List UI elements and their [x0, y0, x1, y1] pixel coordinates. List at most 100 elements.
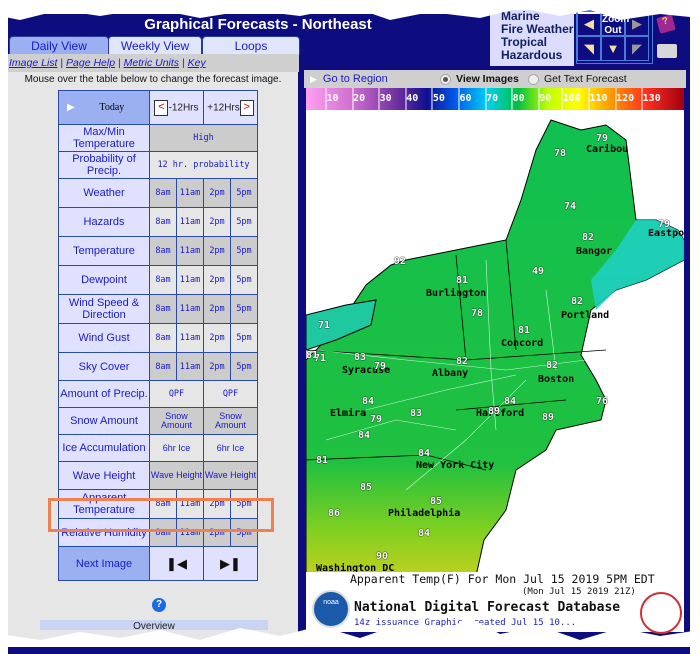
cell-time[interactable]: 2pm	[203, 178, 231, 208]
color-scale: 10 20 30 40 50 60 70 80 90 100 110 120 130	[306, 88, 684, 110]
help-icon[interactable]: ?	[152, 598, 166, 612]
overview-link[interactable]: Overview	[40, 620, 268, 632]
cell-time[interactable]: 11am	[176, 352, 204, 381]
plus-12hrs-button[interactable]: +12Hrs >	[203, 90, 258, 125]
cell-qpf[interactable]: QPF	[149, 380, 204, 408]
cell-time[interactable]: 8am	[149, 352, 177, 381]
cell-time[interactable]: 11am	[176, 518, 204, 547]
cell-time[interactable]: 11am	[176, 178, 204, 208]
cell-time[interactable]: 2pm	[203, 294, 231, 324]
city-label: Bangor	[576, 246, 613, 257]
cell-time[interactable]: 8am	[149, 489, 177, 519]
cell-time[interactable]: 5pm	[230, 207, 258, 237]
city-temp: 83	[354, 352, 367, 363]
last-image-button[interactable]: ▶❚	[203, 546, 258, 581]
cell-time[interactable]: 11am	[176, 489, 204, 519]
point-temp: 81	[316, 455, 329, 466]
cell-time[interactable]: 8am	[149, 207, 177, 237]
city-label: Hartford	[476, 408, 525, 419]
tab-daily-view[interactable]: Daily View	[9, 36, 109, 55]
city-temp: 84	[504, 396, 517, 407]
cell-qpf[interactable]: QPF	[203, 380, 258, 408]
link-metric-units[interactable]: Metric Units	[124, 57, 179, 69]
cell-time[interactable]: 5pm	[230, 236, 258, 266]
cell-time[interactable]: 2pm	[203, 518, 231, 547]
cell-time[interactable]: 11am	[176, 323, 204, 353]
cell-time[interactable]: 5pm	[230, 294, 258, 324]
row-relative-humidity: Relative Humidity	[58, 518, 150, 547]
pan-right-icon[interactable]: ▶	[625, 11, 649, 36]
first-image-button[interactable]: ❚◀	[149, 546, 204, 581]
cell-time[interactable]: 8am	[149, 178, 177, 208]
cell-time[interactable]: 8am	[149, 236, 177, 266]
cell-snow-amount[interactable]: Snow Amount	[149, 407, 204, 435]
cell-6hr-ice[interactable]: 6hr Ice	[203, 434, 258, 462]
row-max-min-temperature: Max/Min Temperature	[58, 124, 150, 152]
scale-tick: 20	[352, 88, 365, 110]
link-image-list[interactable]: Image List	[9, 57, 57, 69]
region-hazardous[interactable]: Hazardous	[501, 49, 574, 62]
city-temp: 79	[596, 133, 609, 144]
cell-time[interactable]: 8am	[149, 294, 177, 324]
next-image-label: Next Image	[58, 546, 150, 581]
tab-weekly-view[interactable]: Weekly View	[108, 36, 202, 55]
cell-snow-amount[interactable]: Snow Amount	[203, 407, 258, 435]
scale-tick: 10	[325, 88, 339, 110]
get-text-forecast-radio[interactable]: Get Text Forecast	[528, 70, 627, 88]
cell-time[interactable]: 2pm	[203, 323, 231, 353]
cell-time[interactable]: 2pm	[203, 489, 231, 519]
point-temp: 78	[554, 148, 567, 159]
cell-wave-height[interactable]: Wave Height	[203, 461, 258, 490]
cell-time[interactable]: 5pm	[230, 518, 258, 547]
row-temperature: Temperature	[58, 236, 150, 266]
row-wave-height: Wave Height	[58, 461, 150, 490]
cell-time[interactable]: 11am	[176, 236, 204, 266]
cell-6hr-ice[interactable]: 6hr Ice	[149, 434, 204, 462]
scale-tick: 50	[431, 88, 445, 110]
pan-left-icon[interactable]: ◀	[577, 11, 601, 36]
city-temp: 85	[430, 496, 443, 507]
page-title: Graphical Forecasts - Northeast	[144, 16, 372, 33]
scale-tick: 30	[378, 88, 392, 110]
left-panel: Image List | Page Help | Metric Units | …	[8, 54, 299, 640]
cell-12hr-probability[interactable]: 12 hr. probability	[149, 151, 258, 179]
today-cell[interactable]: ▶ Today	[58, 90, 150, 125]
minus-label: -12Hrs	[168, 102, 199, 114]
city-label: Caribou	[586, 144, 629, 155]
row-apparent-temperature: Apparent Temperature	[58, 489, 150, 519]
link-page-help[interactable]: Page Help	[66, 57, 115, 69]
cell-time[interactable]: 11am	[176, 207, 204, 237]
cell-time[interactable]: 5pm	[230, 352, 258, 381]
plus-label: +12Hrs	[207, 102, 240, 114]
cell-time[interactable]: 8am	[149, 518, 177, 547]
cell-time[interactable]: 8am	[149, 265, 177, 295]
cell-time[interactable]: 5pm	[230, 265, 258, 295]
row-probability-of-precip: Probability of Precip.	[58, 151, 150, 179]
cell-time[interactable]: 2pm	[203, 207, 231, 237]
pan-down-icon[interactable]: ▼	[601, 36, 625, 61]
minus-12hrs-button[interactable]: < -12Hrs	[149, 90, 204, 125]
cell-high[interactable]: High	[149, 124, 258, 152]
city-label: Burlington	[426, 288, 487, 299]
zoom-out-button[interactable]: Zoom Out	[601, 11, 629, 36]
view-images-radio[interactable]: View Images	[440, 70, 519, 88]
radio-unselected-icon	[528, 73, 539, 85]
cell-time[interactable]: 2pm	[203, 352, 231, 381]
go-to-region-link[interactable]: ▶ Go to Region	[310, 70, 388, 88]
cell-time[interactable]: 5pm	[230, 489, 258, 519]
cell-wave-height[interactable]: Wave Height	[149, 461, 204, 490]
cell-time[interactable]: 5pm	[230, 323, 258, 353]
tab-loops[interactable]: Loops	[202, 36, 300, 55]
cell-time[interactable]: 11am	[176, 265, 204, 295]
pan-up-left-icon[interactable]: ◢	[577, 0, 601, 10]
pan-down-right-icon[interactable]: ◤	[625, 36, 649, 61]
city-temp: 82	[456, 356, 469, 367]
cell-time[interactable]: 8am	[149, 323, 177, 353]
printer-icon[interactable]	[657, 44, 677, 58]
link-key[interactable]: Key	[188, 57, 206, 69]
cell-time[interactable]: 11am	[176, 294, 204, 324]
pan-down-left-icon[interactable]: ◥	[577, 36, 601, 61]
cell-time[interactable]: 2pm	[203, 265, 231, 295]
cell-time[interactable]: 5pm	[230, 178, 258, 208]
cell-time[interactable]: 2pm	[203, 236, 231, 266]
